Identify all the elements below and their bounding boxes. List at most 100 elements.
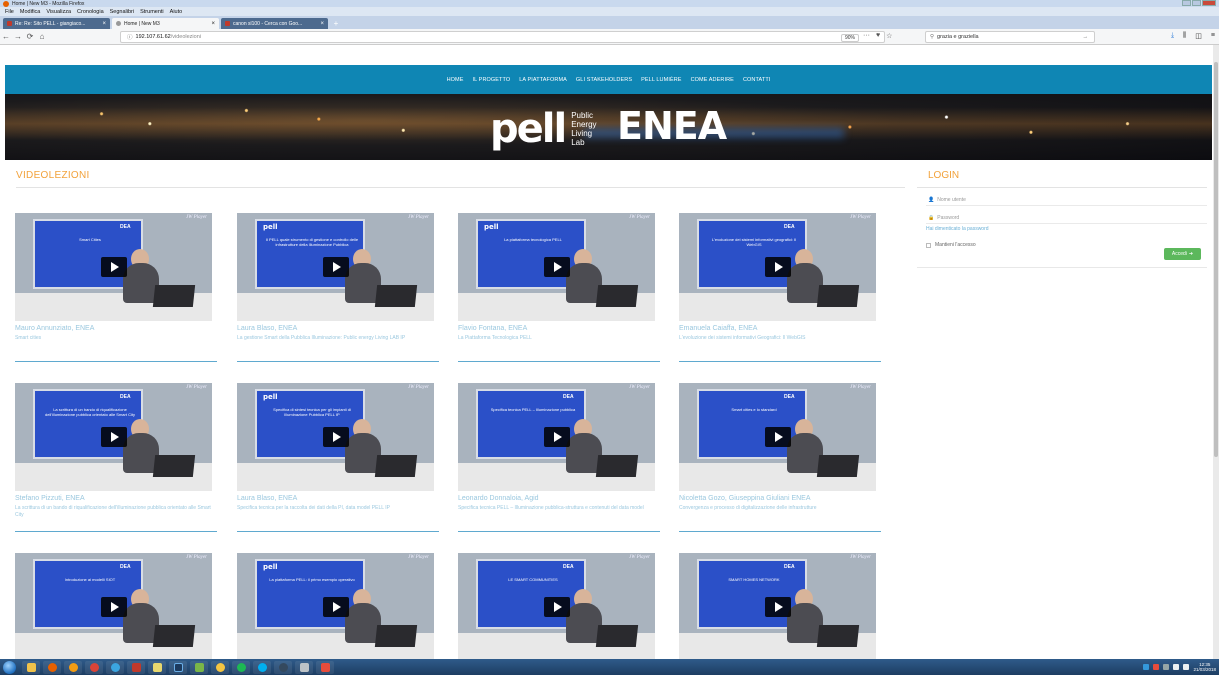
close-tab-icon[interactable]: × bbox=[211, 21, 215, 27]
speaker-name-link[interactable]: Laura Blaso, ENEA bbox=[237, 325, 439, 332]
minimize-button[interactable] bbox=[1182, 0, 1191, 6]
new-tab-button[interactable]: + bbox=[330, 18, 342, 29]
video-card[interactable]: pell Specifica di sintesi tecnica per gli… bbox=[237, 383, 439, 532]
taskbar-firefox[interactable] bbox=[43, 660, 61, 674]
search-input[interactable]: grazia e graziella bbox=[937, 34, 979, 40]
tray-icon[interactable] bbox=[1143, 664, 1150, 670]
video-thumbnail[interactable]: DEA Introduzione ai modelli SIOT JW Player bbox=[15, 553, 212, 659]
video-thumbnail[interactable]: DEA SMART HOMES NETWORK JW Player bbox=[679, 553, 876, 659]
clock[interactable]: 12:35 21/03/2018 bbox=[1193, 662, 1216, 672]
reload-icon[interactable]: ⟳ bbox=[24, 32, 36, 41]
scrollbar-thumb[interactable] bbox=[1214, 62, 1218, 457]
search-go-icon[interactable]: → bbox=[1083, 34, 1089, 40]
video-thumbnail[interactable]: pell La piattaforma PELL: il primo esempi… bbox=[237, 553, 434, 659]
volume-icon[interactable] bbox=[1183, 664, 1190, 670]
video-thumbnail[interactable]: DEA Specifica tecnica PELL – Illuminazion… bbox=[458, 383, 655, 491]
info-icon[interactable]: ⓘ bbox=[127, 33, 133, 41]
menu-cronologia[interactable]: Cronologia bbox=[77, 9, 104, 15]
speaker-name-link[interactable]: Flavio Fontana, ENEA bbox=[458, 325, 660, 332]
login-button[interactable]: Accedi ➜ bbox=[1164, 248, 1201, 260]
tab-home[interactable]: Home | New M3 × bbox=[112, 18, 219, 29]
close-tab-icon[interactable]: × bbox=[320, 21, 324, 27]
speaker-name-link[interactable]: Emanuela Caiaffa, ENEA bbox=[679, 325, 881, 332]
play-icon[interactable] bbox=[765, 427, 791, 447]
nav-gli-stakeholders[interactable]: GLI STAKEHOLDERS bbox=[576, 77, 632, 83]
tab-search[interactable]: canon sl100 - Cerca con Goo... × bbox=[221, 18, 328, 29]
forward-icon[interactable]: → bbox=[12, 32, 24, 41]
play-icon[interactable] bbox=[323, 257, 349, 277]
video-card[interactable]: DEA LE SMART COMMUNITIES JW Player bbox=[458, 553, 660, 659]
menu-modifica[interactable]: Modifica bbox=[20, 9, 40, 15]
menu-file[interactable]: File bbox=[5, 9, 14, 15]
taskbar-app[interactable] bbox=[211, 660, 229, 674]
forgot-password-link[interactable]: Hai dimenticato la password bbox=[926, 226, 1207, 232]
taskbar-chart[interactable] bbox=[190, 660, 208, 674]
video-card[interactable]: DEA Introduzione ai modelli SIOT JW Player bbox=[15, 553, 217, 659]
video-card[interactable]: DEA Smart Cities JW Player Mauro Annunziato… bbox=[15, 213, 217, 362]
nav-il-progetto[interactable]: IL PROGETTO bbox=[472, 77, 510, 83]
video-card[interactable]: pell Il PELL quale strumento di gestione … bbox=[237, 213, 439, 362]
start-button[interactable] bbox=[3, 660, 16, 674]
video-thumbnail[interactable]: DEA Smart Cities JW Player bbox=[15, 213, 212, 321]
play-icon[interactable] bbox=[323, 597, 349, 617]
nav-home[interactable]: HOME bbox=[447, 77, 464, 83]
speaker-name-link[interactable]: Stefano Pizzuti, ENEA bbox=[15, 495, 217, 502]
username-field[interactable]: 👤 Nome utente bbox=[926, 194, 1207, 206]
play-icon[interactable] bbox=[101, 597, 127, 617]
play-icon[interactable] bbox=[101, 427, 127, 447]
menu-strumenti[interactable]: Strumenti bbox=[140, 9, 164, 15]
nav-contatti[interactable]: CONTATTI bbox=[743, 77, 770, 83]
search-bar[interactable]: ⚲ grazia e graziella → bbox=[925, 31, 1095, 43]
play-icon[interactable] bbox=[101, 257, 127, 277]
play-icon[interactable] bbox=[323, 427, 349, 447]
sidebar-icon[interactable]: ◫ bbox=[1195, 32, 1202, 40]
video-card[interactable]: DEA SMART HOMES NETWORK JW Player bbox=[679, 553, 881, 659]
password-field[interactable]: 🔒 Password bbox=[926, 212, 1207, 224]
video-thumbnail[interactable]: pell Il PELL quale strumento di gestione … bbox=[237, 213, 434, 321]
tab-mail[interactable]: Re: Re: Sito PELL - giangiaco... × bbox=[3, 18, 110, 29]
library-icon[interactable]: ⫼ bbox=[1183, 32, 1186, 40]
video-thumbnail[interactable]: DEA L'evoluzione dei sistemi informativi … bbox=[679, 213, 876, 321]
play-icon[interactable] bbox=[544, 597, 570, 617]
taskbar-vpn[interactable] bbox=[274, 660, 292, 674]
taskbar-paint[interactable] bbox=[127, 660, 145, 674]
close-window-button[interactable] bbox=[1202, 0, 1216, 6]
home-icon[interactable]: ⌂ bbox=[36, 32, 48, 41]
video-thumbnail[interactable]: DEA LE SMART COMMUNITIES JW Player bbox=[458, 553, 655, 659]
pocket-icon[interactable]: ♥ bbox=[876, 32, 880, 40]
taskbar-ie[interactable] bbox=[106, 660, 124, 674]
bookmark-star-icon[interactable]: ☆ bbox=[886, 32, 892, 40]
menu-aiuto[interactable]: Aiuto bbox=[170, 9, 183, 15]
video-card[interactable]: DEA L'evoluzione dei sistemi informativi … bbox=[679, 213, 881, 362]
taskbar-explorer[interactable] bbox=[22, 660, 40, 674]
network-icon[interactable] bbox=[1173, 664, 1180, 670]
speaker-name-link[interactable]: Leonardo Donnaloia, Agid bbox=[458, 495, 660, 502]
taskbar-skype[interactable] bbox=[253, 660, 271, 674]
play-icon[interactable] bbox=[765, 257, 791, 277]
tray-icon[interactable] bbox=[1153, 664, 1160, 670]
download-icon[interactable]: ⤓ bbox=[1171, 32, 1174, 40]
nav-la-piattaforma[interactable]: LA PIATTAFORMA bbox=[519, 77, 567, 83]
remember-checkbox[interactable] bbox=[926, 242, 931, 248]
speaker-name-link[interactable]: Laura Blaso, ENEA bbox=[237, 495, 439, 502]
pell-logo[interactable]: pell Public Energy Living Lab bbox=[490, 106, 597, 152]
taskbar-window[interactable] bbox=[295, 660, 313, 674]
tray-icon[interactable] bbox=[1163, 664, 1170, 670]
video-card[interactable]: DEA Specifica tecnica PELL – Illuminazion… bbox=[458, 383, 660, 532]
taskbar-media[interactable] bbox=[64, 660, 82, 674]
play-icon[interactable] bbox=[765, 597, 791, 617]
taskbar-notes[interactable] bbox=[148, 660, 166, 674]
taskbar-photoshop[interactable] bbox=[169, 660, 187, 674]
menu-visualizza[interactable]: Visualizza bbox=[46, 9, 71, 15]
video-thumbnail[interactable]: DEA La scrittura di un bando di riqualifi… bbox=[15, 383, 212, 491]
url-bar[interactable]: ⓘ 192.107.61.62 /videolezioni 90% ··· ♥ … bbox=[120, 31, 892, 43]
enea-logo[interactable]: ENEA bbox=[617, 104, 727, 148]
video-card[interactable]: DEA La scrittura di un bando di riqualifi… bbox=[15, 383, 217, 532]
nav-pell-lumiere[interactable]: PELL LUMIÈRE bbox=[641, 77, 681, 83]
menu-icon[interactable]: ≡ bbox=[1211, 32, 1215, 40]
page-actions-icon[interactable]: ··· bbox=[863, 32, 870, 40]
play-icon[interactable] bbox=[544, 427, 570, 447]
video-thumbnail[interactable]: pell Specifica di sintesi tecnica per gli… bbox=[237, 383, 434, 491]
close-tab-icon[interactable]: × bbox=[102, 21, 106, 27]
video-thumbnail[interactable]: DEA Smart cities e lo standard JW Player bbox=[679, 383, 876, 491]
